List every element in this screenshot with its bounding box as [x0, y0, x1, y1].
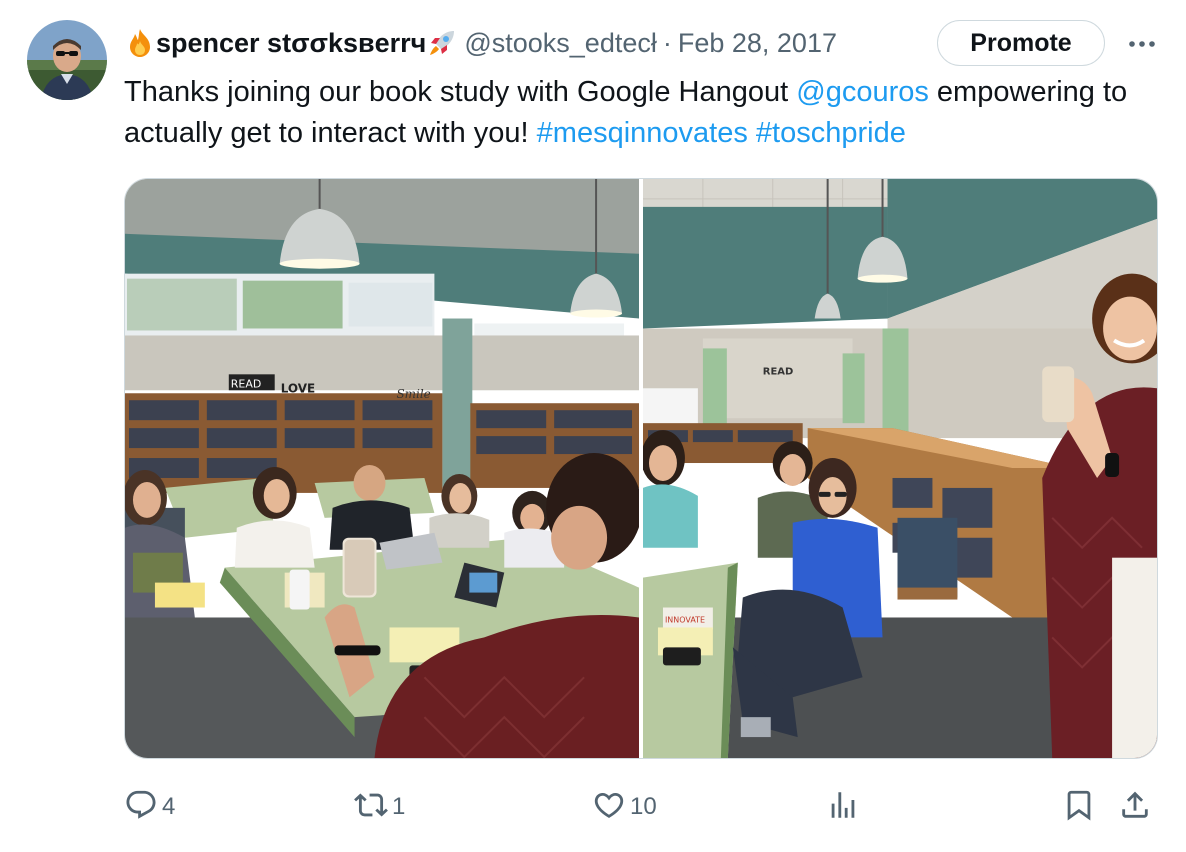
author-display-name: spencer stσσksвerrч	[156, 27, 427, 58]
action-bar: 4 1 10	[124, 782, 1164, 832]
share-button[interactable]	[1118, 782, 1152, 832]
bookmark-icon	[1062, 788, 1096, 827]
photo-library-group[interactable]: READ LOVE Smile	[125, 179, 639, 758]
photo-library-selfie[interactable]: READ INNOVATE	[643, 179, 1157, 758]
tweet-card: spencer stσσksвerrч @stooks_edtecł · Feb…	[0, 0, 1186, 852]
heart-icon	[592, 788, 626, 827]
retweet-count: 1	[392, 793, 406, 820]
fire-icon	[124, 27, 156, 59]
wall-sign-read: READ	[231, 377, 262, 390]
bookmark-button[interactable]	[1062, 782, 1096, 832]
reply-count: 4	[162, 793, 176, 820]
rocket-icon	[426, 27, 458, 59]
tweet-text-part: Thanks joining our book study with Googl…	[124, 76, 797, 108]
hashtag-link[interactable]: #mesqinnovates	[537, 117, 748, 149]
analytics-button[interactable]	[826, 782, 860, 832]
laptop-sticker-text: INNOVATE	[665, 615, 705, 624]
share-icon	[1118, 788, 1152, 827]
analytics-icon	[826, 788, 860, 827]
author-name[interactable]: spencer stσσksвerrч	[124, 27, 458, 59]
tweet-header: spencer stσσksвerrч @stooks_edtecł · Feb…	[124, 18, 1166, 68]
like-button[interactable]: 10	[592, 782, 657, 832]
wall-sign-smile: Smile	[396, 387, 430, 401]
wall-sign-love: LOVE	[281, 381, 315, 395]
reply-button[interactable]: 4	[124, 782, 175, 832]
tweet-text: Thanks joining our book study with Googl…	[124, 72, 1169, 154]
hashtag-link[interactable]: #toschpride	[756, 117, 906, 149]
like-count: 10	[630, 793, 657, 820]
author-avatar[interactable]	[27, 20, 107, 100]
tweet-text-space	[748, 117, 756, 149]
more-horizontal-icon[interactable]	[1124, 26, 1160, 62]
tweet-date[interactable]: Feb 28, 2017	[678, 28, 837, 59]
retweet-button[interactable]: 1	[354, 782, 405, 832]
media-grid: READ LOVE Smile READ INNOVATE	[124, 178, 1158, 759]
retweet-icon	[354, 788, 388, 827]
author-handle[interactable]: @stooks_edtecł	[464, 28, 657, 59]
wall-sign-read: READ	[763, 366, 794, 377]
mention-link[interactable]: @gcouros	[796, 76, 929, 108]
separator-dot: ·	[662, 27, 672, 58]
promote-button[interactable]: Promote	[937, 20, 1105, 66]
reply-icon	[124, 788, 158, 827]
